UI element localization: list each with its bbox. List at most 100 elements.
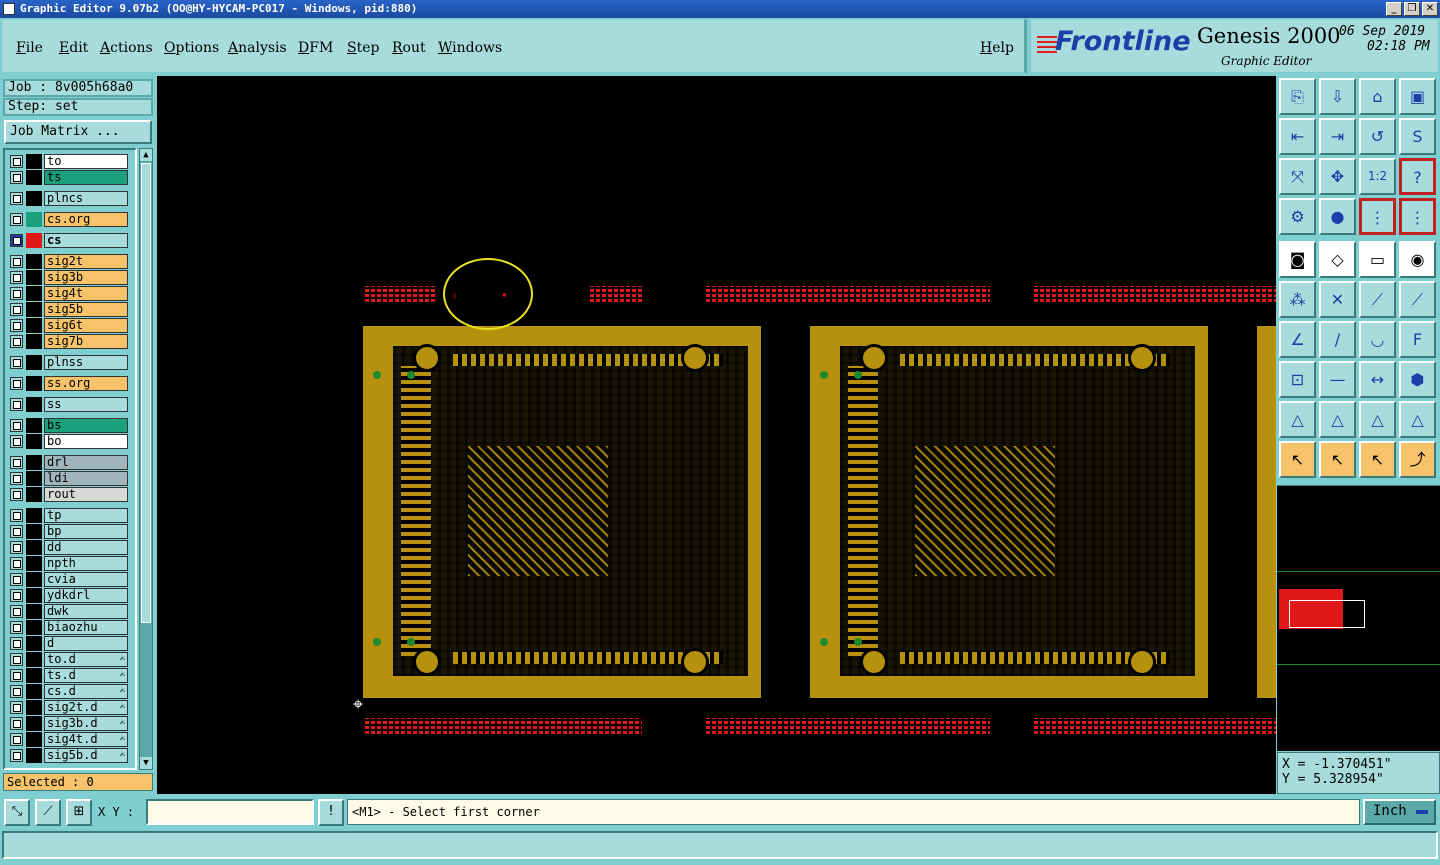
select-arrow-icon[interactable]: ↖ [1279,441,1316,478]
menu-actions[interactable]: Actions [100,40,153,56]
menu-help[interactable]: Help [980,40,1014,56]
layer-name[interactable]: cs [44,233,128,248]
line-point-icon[interactable]: ⟋ [1359,281,1396,318]
layer-row-drl[interactable]: drl [8,455,128,470]
layer-row-sig5b-d[interactable]: sig5b.d ✍ [8,748,128,763]
menu-windows[interactable]: Windows [438,40,502,56]
measure-icon[interactable]: ↔ [1359,361,1396,398]
layer-name[interactable]: sig2t [44,254,128,269]
layer-color-swatch[interactable] [26,524,42,539]
menu-step[interactable]: Step [347,40,379,56]
layer-row-biaozhu[interactable]: biaozhu [8,620,128,635]
menu-edit[interactable]: Edit [59,40,88,56]
layer-color-swatch[interactable] [26,170,42,185]
layer-name[interactable]: cs.d ✍ [44,684,128,699]
ruler-icon[interactable]: ▭ [1359,241,1396,278]
layer-checkbox[interactable] [10,541,23,554]
layer-checkbox[interactable] [10,398,23,411]
scroll-down-icon[interactable]: ▼ [140,757,152,769]
layer-color-swatch[interactable] [26,355,42,370]
zoom-area-icon[interactable]: ⤡ [4,799,30,826]
layer-checkbox[interactable] [10,171,23,184]
layer-a-icon[interactable]: ⋮ [1359,198,1396,235]
layer-name[interactable]: bs [44,418,128,433]
layer-checkbox[interactable] [10,335,23,348]
layer-checkbox[interactable] [10,319,23,332]
layer-name[interactable]: npth [44,556,128,571]
xy-input[interactable] [146,799,314,825]
layer-row-ydkdrl[interactable]: ydkdrl [8,588,128,603]
dual-pad-icon[interactable]: ⊡ [1279,361,1316,398]
layer-row-d[interactable]: d [8,636,128,651]
redo-icon[interactable]: S [1399,118,1436,155]
connect-icon[interactable]: ⁂ [1279,281,1316,318]
layer-color-swatch[interactable] [26,233,42,248]
layer-row-sig7b[interactable]: sig7b [8,334,128,349]
layer-checkbox[interactable] [10,717,23,730]
settings-icon[interactable]: ⚙ [1279,198,1316,235]
layer-color-swatch[interactable] [26,254,42,269]
layer-name[interactable]: bp [44,524,128,539]
layer-checkbox[interactable] [10,472,23,485]
triangle-b-icon[interactable]: △ [1319,401,1356,438]
triangle-a-icon[interactable]: △ [1279,401,1316,438]
help-icon[interactable]: ? [1399,158,1436,195]
layer-name[interactable]: sig2t.d ✍ [44,700,128,715]
select-box-icon[interactable]: ↖ [1319,441,1356,478]
job-matrix-button[interactable]: Job Matrix ... [4,120,152,144]
layer-row-sig2t-d[interactable]: sig2t.d ✍ [8,700,128,715]
layer-color-swatch[interactable] [26,191,42,206]
layer-name[interactable]: plnss [44,355,128,370]
layer-row-dd[interactable]: dd [8,540,128,555]
menu-analysis[interactable]: Analysis [228,40,287,56]
layer-color-swatch[interactable] [26,397,42,412]
home-icon[interactable]: ⌂ [1359,78,1396,115]
menu-options[interactable]: Options [164,40,219,56]
layer-row-npth[interactable]: npth [8,556,128,571]
layer-name[interactable]: plncs [44,191,128,206]
layer-color-swatch[interactable] [26,286,42,301]
layer-row-bp[interactable]: bp [8,524,128,539]
layer-color-swatch[interactable] [26,620,42,635]
layer-checkbox[interactable] [10,669,23,682]
layer-row-sig3b-d[interactable]: sig3b.d ✍ [8,716,128,731]
layer-row-ss[interactable]: ss [8,397,128,412]
display-icon[interactable]: ◙ [1279,241,1316,278]
layer-checkbox[interactable] [10,488,23,501]
layer-name[interactable]: sig4t [44,286,128,301]
layer-name[interactable]: rout [44,487,128,502]
layer-list-scrollbar[interactable]: ▲ ▼ [139,148,153,770]
layer-color-swatch[interactable] [26,487,42,502]
layer-checkbox[interactable] [10,303,23,316]
layer-color-swatch[interactable] [26,334,42,349]
snap-icon[interactable]: ● [1319,198,1356,235]
layer-color-swatch[interactable] [26,471,42,486]
layer-name[interactable]: ss.org [44,376,128,391]
layer-row-bo[interactable]: bo [8,434,128,449]
zoom-forward-icon[interactable]: ⇥ [1319,118,1356,155]
layer-row-dwk[interactable]: dwk [8,604,128,619]
edit-shape-icon[interactable]: ◇ [1319,241,1356,278]
units-select[interactable]: Inch [1363,799,1436,825]
layer-color-swatch[interactable] [26,668,42,683]
layer-name[interactable]: dd [44,540,128,555]
layer-color-swatch[interactable] [26,604,42,619]
layer-row-plnss[interactable]: plnss [8,355,128,370]
layer-checkbox[interactable] [10,287,23,300]
layer-color-swatch[interactable] [26,540,42,555]
select-path-icon[interactable]: ⤴ [1399,441,1436,478]
layer-color-swatch[interactable] [26,270,42,285]
layer-row-ss-org[interactable]: ss.org [8,376,128,391]
layer-color-swatch[interactable] [26,418,42,433]
cross-icon[interactable]: ✕ [1319,281,1356,318]
layer-b-icon[interactable]: ⋮ [1399,198,1436,235]
layer-name[interactable]: ss [44,397,128,412]
layer-name[interactable]: tp [44,508,128,523]
arc-icon[interactable]: ◡ [1359,321,1396,358]
layer-checkbox[interactable] [10,509,23,522]
layer-color-swatch[interactable] [26,212,42,227]
slash-icon[interactable]: / [1319,321,1356,358]
window-icon[interactable]: ▣ [1399,78,1436,115]
layer-row-bs[interactable]: bs [8,418,128,433]
layer-color-swatch[interactable] [26,716,42,731]
